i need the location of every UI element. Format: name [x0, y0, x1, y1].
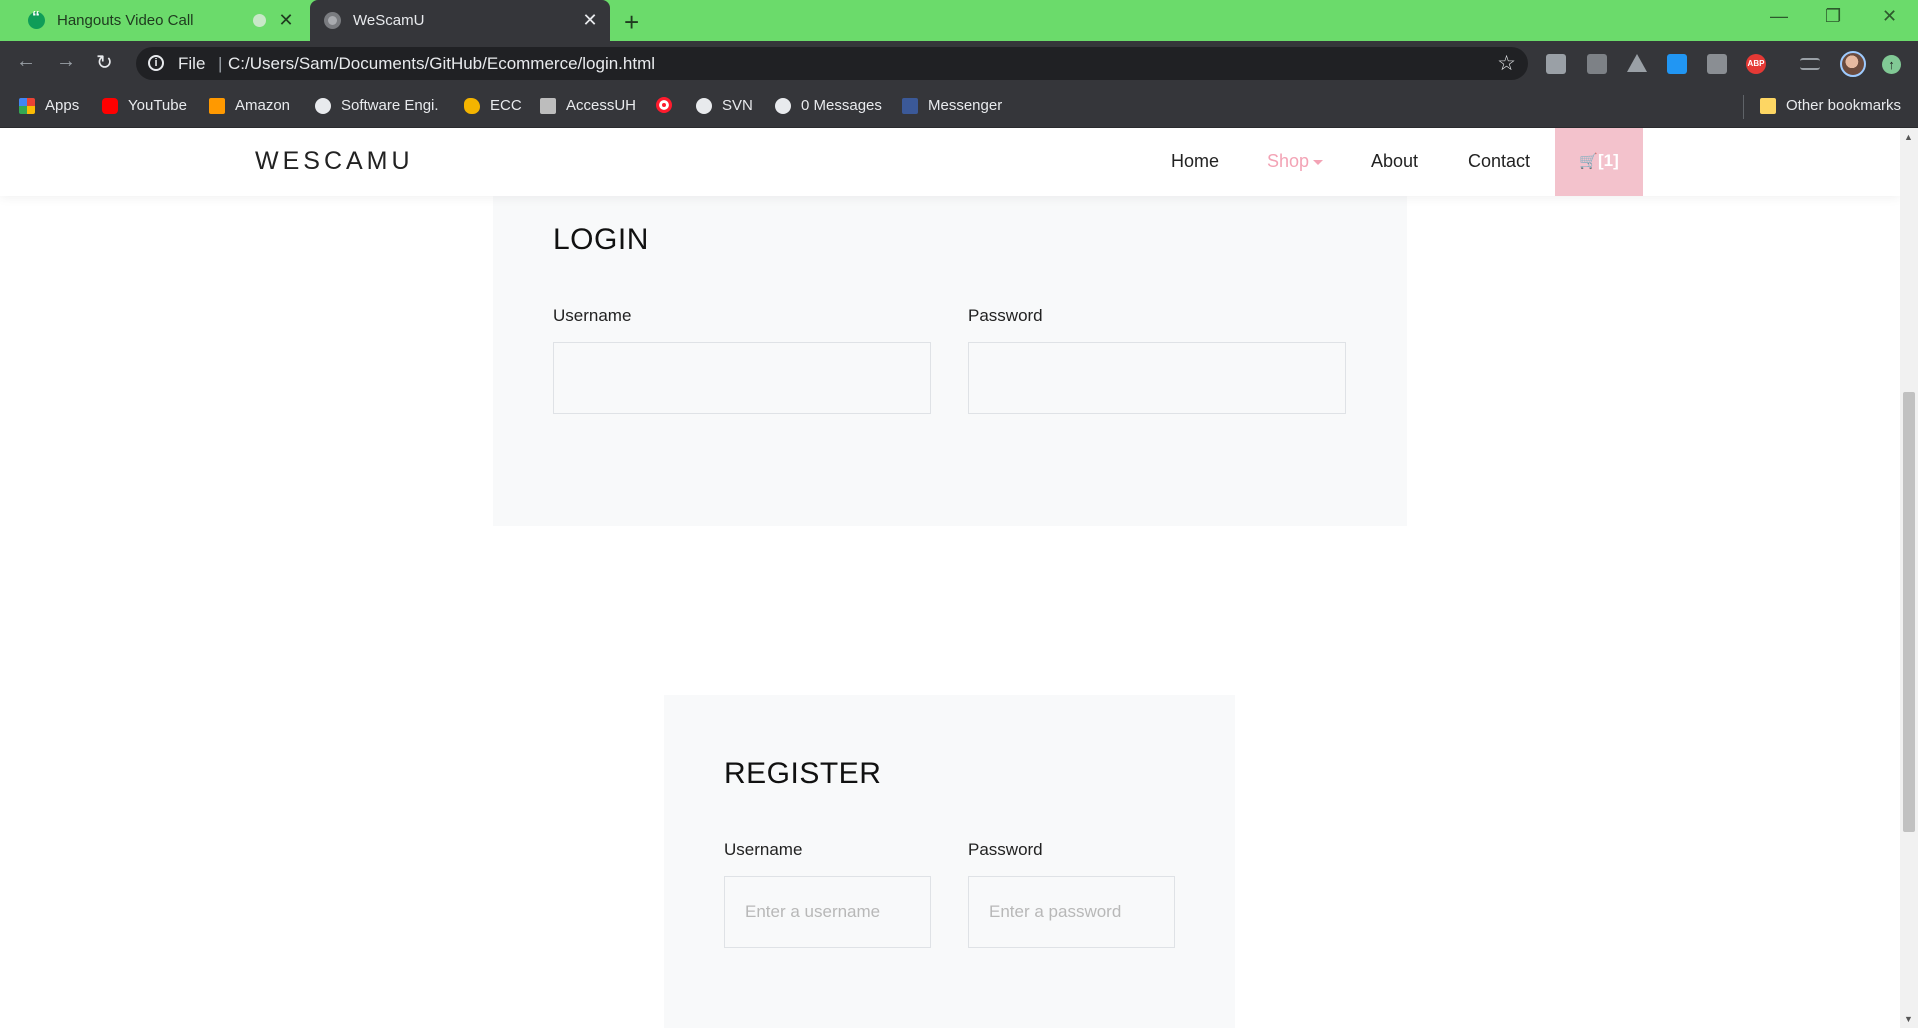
profile-avatar[interactable]: [1840, 51, 1866, 77]
tab-close-icon[interactable]: ✕: [580, 10, 600, 31]
scrollbar-thumb[interactable]: [1903, 392, 1915, 832]
bookmark-label: 0 Messages: [801, 97, 882, 114]
minimize-button[interactable]: —: [1770, 6, 1788, 27]
login-username-label: Username: [553, 306, 632, 325]
nav-contact[interactable]: Contact: [1468, 151, 1530, 172]
amazon-icon: [209, 97, 225, 114]
url-text[interactable]: C:/Users/Sam/Documents/GitHub/Ecommerce/…: [228, 54, 655, 74]
bookmarks-divider: [1743, 95, 1744, 119]
register-password-input[interactable]: [968, 876, 1175, 948]
bookmark-label: Apps: [45, 97, 80, 114]
page-scrollbar[interactable]: ▲ ▼: [1900, 128, 1918, 1028]
bookmark-label: AccessUH: [566, 97, 637, 114]
register-username-label: Username: [724, 840, 803, 859]
scheme-separator: |: [218, 54, 223, 73]
clipboard-extension-icon[interactable]: [1587, 54, 1607, 74]
scheme-label: File: [178, 54, 206, 73]
site-brand[interactable]: WESCAMU: [255, 147, 414, 176]
facebook-icon: [902, 97, 918, 114]
globe-icon: [775, 97, 791, 114]
register-password-label: Password: [968, 840, 1043, 859]
new-tab-button[interactable]: +: [624, 7, 639, 38]
login-password-input[interactable]: [968, 342, 1346, 414]
bookmark-svn[interactable]: SVN: [696, 97, 753, 114]
folder-icon: [1760, 97, 1776, 114]
reload-button[interactable]: ↻: [96, 50, 113, 75]
cart-icon: 🛒: [1579, 153, 1598, 170]
tab-wescamu[interactable]: WeScamU ✕: [310, 0, 610, 41]
bookmark-label: ECC: [490, 97, 522, 114]
bookmark-star-icon[interactable]: ☆: [1497, 51, 1516, 76]
browser-toolbar: ← → ↻ i File | C:/Users/Sam/Documents/Gi…: [0, 41, 1918, 87]
register-username-input[interactable]: [724, 876, 931, 948]
back-button[interactable]: ←: [16, 50, 36, 73]
reading-list-icon[interactable]: [1800, 58, 1820, 70]
register-title: REGISTER: [724, 757, 882, 790]
bookmark-label: YouTube: [128, 97, 187, 114]
bookmark-messenger[interactable]: Messenger: [902, 97, 1002, 114]
accessuh-icon: [540, 97, 556, 114]
login-username-input[interactable]: [553, 342, 931, 414]
nav-about[interactable]: About: [1371, 151, 1418, 172]
cart-count: [1]: [1597, 151, 1619, 170]
bookmark-label: SVN: [722, 97, 753, 114]
forward-button[interactable]: →: [56, 50, 76, 73]
bookmark-amazon[interactable]: Amazon: [209, 97, 290, 114]
nav-home[interactable]: Home: [1171, 151, 1219, 172]
adblock-plus-icon[interactable]: ABP: [1746, 54, 1766, 74]
bookmark-youtube[interactable]: YouTube: [102, 97, 187, 114]
address-bar[interactable]: i File | C:/Users/Sam/Documents/GitHub/E…: [136, 47, 1528, 80]
other-bookmarks[interactable]: Other bookmarks: [1760, 97, 1901, 114]
drive-extension-icon[interactable]: [1627, 54, 1647, 72]
bookmark-ecc[interactable]: ECC: [464, 97, 522, 114]
tab-title: Hangouts Video Call: [57, 12, 194, 29]
site-navbar: WESCAMU Home Shop About Contact 🛒[1]: [0, 128, 1900, 196]
bookmark-opera[interactable]: [656, 97, 682, 113]
recording-indicator-icon: [253, 14, 266, 27]
opera-icon: [656, 97, 672, 113]
nav-shop-label: Shop: [1267, 151, 1310, 171]
nav-shop[interactable]: Shop: [1267, 151, 1324, 172]
apps-grid-icon: [19, 97, 35, 114]
globe-icon: [315, 97, 331, 114]
ecc-icon: [464, 97, 480, 114]
hangouts-icon: [28, 9, 45, 29]
puzzle-extension-icon[interactable]: [1546, 54, 1566, 74]
scroll-up-arrow-icon[interactable]: ▲: [1904, 132, 1913, 142]
login-password-label: Password: [968, 306, 1043, 325]
bookmark-label: Software Engi.: [341, 97, 439, 114]
page-viewport: LOGIN Username Password REGISTER Usernam…: [0, 128, 1900, 1028]
tab-hangouts[interactable]: Hangouts Video Call ✕: [14, 0, 306, 41]
bookmark-label: Messenger: [928, 97, 1003, 114]
cart-button[interactable]: 🛒[1]: [1555, 128, 1643, 196]
globe-icon: [324, 12, 341, 29]
update-icon[interactable]: ↑: [1882, 55, 1901, 74]
globe-icon: [696, 97, 712, 114]
window-close-button[interactable]: ✕: [1882, 6, 1897, 27]
restore-button[interactable]: ❐: [1825, 6, 1841, 27]
login-title: LOGIN: [553, 223, 649, 256]
briefcase-extension-icon[interactable]: [1707, 54, 1727, 74]
register-panel: REGISTER Username Password: [664, 695, 1235, 1028]
bookmark-software-engi[interactable]: Software Engi.: [315, 97, 439, 114]
chevron-down-icon: [1313, 159, 1324, 165]
youtube-icon: [102, 97, 118, 114]
bookmark-apps[interactable]: Apps: [19, 97, 79, 114]
tab-close-icon[interactable]: ✕: [276, 10, 296, 31]
scroll-down-arrow-icon[interactable]: ▼: [1904, 1014, 1913, 1024]
bookmark-label: Other bookmarks: [1786, 97, 1902, 114]
bookmarks-bar: Apps YouTube Amazon Software Engi. ECC A…: [0, 87, 1918, 128]
info-icon[interactable]: i: [148, 55, 164, 71]
bookmark-accessuh[interactable]: AccessUH: [540, 97, 636, 114]
window-extension-icon[interactable]: [1667, 54, 1687, 74]
bookmark-messages[interactable]: 0 Messages: [775, 97, 882, 114]
tab-strip: Hangouts Video Call ✕ WeScamU ✕ + — ❐ ✕: [0, 0, 1918, 41]
tab-title: WeScamU: [353, 12, 425, 29]
bookmark-label: Amazon: [235, 97, 291, 114]
